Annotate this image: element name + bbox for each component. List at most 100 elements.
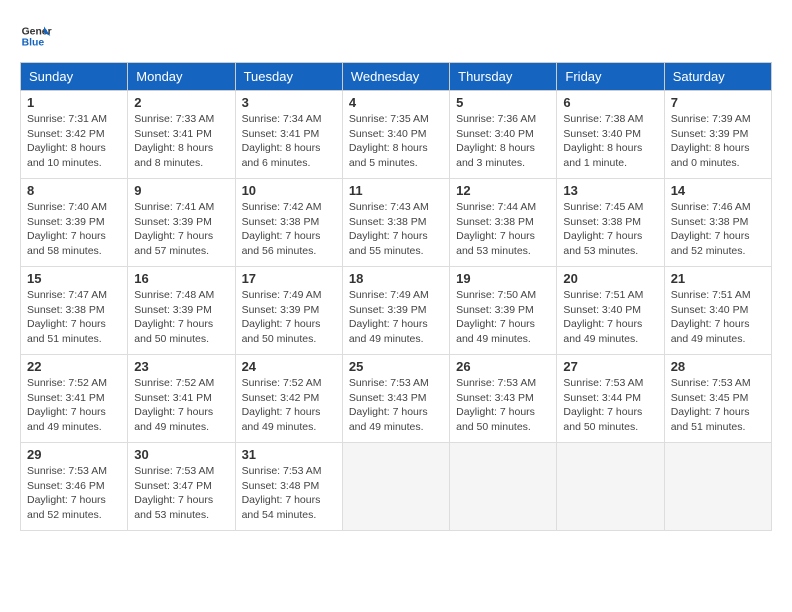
- weekday-header-saturday: Saturday: [664, 63, 771, 91]
- logo-icon: General Blue: [20, 20, 52, 52]
- day-info: Sunrise: 7:41 AMSunset: 3:39 PMDaylight:…: [134, 200, 228, 259]
- day-number: 22: [27, 359, 121, 374]
- day-info: Sunrise: 7:33 AMSunset: 3:41 PMDaylight:…: [134, 112, 228, 171]
- day-number: 10: [242, 183, 336, 198]
- calendar-cell: 11 Sunrise: 7:43 AMSunset: 3:38 PMDayligh…: [342, 179, 449, 267]
- day-number: 27: [563, 359, 657, 374]
- day-info: Sunrise: 7:43 AMSunset: 3:38 PMDaylight:…: [349, 200, 443, 259]
- day-info: Sunrise: 7:53 AMSunset: 3:44 PMDaylight:…: [563, 376, 657, 435]
- day-info: Sunrise: 7:31 AMSunset: 3:42 PMDaylight:…: [27, 112, 121, 171]
- day-info: Sunrise: 7:53 AMSunset: 3:48 PMDaylight:…: [242, 464, 336, 523]
- day-number: 23: [134, 359, 228, 374]
- day-info: Sunrise: 7:52 AMSunset: 3:41 PMDaylight:…: [27, 376, 121, 435]
- day-number: 16: [134, 271, 228, 286]
- day-info: Sunrise: 7:34 AMSunset: 3:41 PMDaylight:…: [242, 112, 336, 171]
- day-number: 30: [134, 447, 228, 462]
- day-number: 3: [242, 95, 336, 110]
- calendar-cell: 10Sunrise: 7:42 AMSunset: 3:38 PMDayligh…: [235, 179, 342, 267]
- day-info: Sunrise: 7:35 AMSunset: 3:40 PMDaylight:…: [349, 112, 443, 171]
- day-number: 20: [563, 271, 657, 286]
- day-info: Sunrise: 7:36 AMSunset: 3:40 PMDaylight:…: [456, 112, 550, 171]
- day-info: Sunrise: 7:38 AMSunset: 3:40 PMDaylight:…: [563, 112, 657, 171]
- day-info: Sunrise: 7:44 AMSunset: 3:38 PMDaylight:…: [456, 200, 550, 259]
- day-info: Sunrise: 7:45 AMSunset: 3:38 PMDaylight:…: [563, 200, 657, 259]
- day-number: 14: [671, 183, 765, 198]
- calendar-cell: 7Sunrise: 7:39 AMSunset: 3:39 PMDaylight…: [664, 91, 771, 179]
- calendar-table: SundayMondayTuesdayWednesdayThursdayFrid…: [20, 62, 772, 531]
- calendar-cell: 20 Sunrise: 7:51 AMSunset: 3:40 PMDayligh…: [557, 267, 664, 355]
- calendar-cell: 9 Sunrise: 7:41 AMSunset: 3:39 PMDaylight…: [128, 179, 235, 267]
- calendar-cell: 19 Sunrise: 7:50 AMSunset: 3:39 PMDayligh…: [450, 267, 557, 355]
- calendar-cell: 13 Sunrise: 7:45 AMSunset: 3:38 PMDayligh…: [557, 179, 664, 267]
- calendar-cell: 23 Sunrise: 7:52 AMSunset: 3:41 PMDayligh…: [128, 355, 235, 443]
- calendar-cell: 15 Sunrise: 7:47 AMSunset: 3:38 PMDayligh…: [21, 267, 128, 355]
- day-info: Sunrise: 7:46 AMSunset: 3:38 PMDaylight:…: [671, 200, 765, 259]
- calendar-cell: [664, 443, 771, 531]
- day-number: 29: [27, 447, 121, 462]
- day-number: 11: [349, 183, 443, 198]
- day-number: 15: [27, 271, 121, 286]
- calendar-cell: 18 Sunrise: 7:49 AMSunset: 3:39 PMDayligh…: [342, 267, 449, 355]
- calendar-cell: 5 Sunrise: 7:36 AMSunset: 3:40 PMDaylight…: [450, 91, 557, 179]
- day-number: 5: [456, 95, 550, 110]
- calendar-cell: 14 Sunrise: 7:46 AMSunset: 3:38 PMDayligh…: [664, 179, 771, 267]
- day-number: 2: [134, 95, 228, 110]
- day-number: 4: [349, 95, 443, 110]
- calendar-cell: 25Sunrise: 7:53 AMSunset: 3:43 PMDayligh…: [342, 355, 449, 443]
- day-info: Sunrise: 7:47 AMSunset: 3:38 PMDaylight:…: [27, 288, 121, 347]
- day-info: Sunrise: 7:53 AMSunset: 3:43 PMDaylight:…: [456, 376, 550, 435]
- day-number: 31: [242, 447, 336, 462]
- page-header: General Blue: [20, 20, 772, 52]
- svg-text:Blue: Blue: [22, 38, 45, 49]
- weekday-header-thursday: Thursday: [450, 63, 557, 91]
- day-info: Sunrise: 7:53 AMSunset: 3:45 PMDaylight:…: [671, 376, 765, 435]
- day-info: Sunrise: 7:49 AMSunset: 3:39 PMDaylight:…: [242, 288, 336, 347]
- calendar-cell: 2 Sunrise: 7:33 AMSunset: 3:41 PMDaylight…: [128, 91, 235, 179]
- weekday-header-tuesday: Tuesday: [235, 63, 342, 91]
- day-info: Sunrise: 7:48 AMSunset: 3:39 PMDaylight:…: [134, 288, 228, 347]
- day-number: 26: [456, 359, 550, 374]
- day-number: 13: [563, 183, 657, 198]
- day-number: 18: [349, 271, 443, 286]
- weekday-header-monday: Monday: [128, 63, 235, 91]
- calendar-cell: 27 Sunrise: 7:53 AMSunset: 3:44 PMDayligh…: [557, 355, 664, 443]
- day-number: 19: [456, 271, 550, 286]
- day-info: Sunrise: 7:53 AMSunset: 3:47 PMDaylight:…: [134, 464, 228, 523]
- day-number: 9: [134, 183, 228, 198]
- day-info: Sunrise: 7:51 AMSunset: 3:40 PMDaylight:…: [671, 288, 765, 347]
- calendar-cell: 1 Sunrise: 7:31 AMSunset: 3:42 PMDaylight…: [21, 91, 128, 179]
- logo: General Blue: [20, 20, 52, 52]
- calendar-cell: 30 Sunrise: 7:53 AMSunset: 3:47 PMDayligh…: [128, 443, 235, 531]
- day-info: Sunrise: 7:50 AMSunset: 3:39 PMDaylight:…: [456, 288, 550, 347]
- day-number: 28: [671, 359, 765, 374]
- day-info: Sunrise: 7:52 AMSunset: 3:41 PMDaylight:…: [134, 376, 228, 435]
- calendar-cell: 4 Sunrise: 7:35 AMSunset: 3:40 PMDaylight…: [342, 91, 449, 179]
- week-row-5: 29Sunrise: 7:53 AMSunset: 3:46 PMDayligh…: [21, 443, 772, 531]
- day-number: 6: [563, 95, 657, 110]
- day-number: 24: [242, 359, 336, 374]
- day-number: 7: [671, 95, 765, 110]
- day-number: 1: [27, 95, 121, 110]
- calendar-cell: 31 Sunrise: 7:53 AMSunset: 3:48 PMDayligh…: [235, 443, 342, 531]
- week-row-3: 15 Sunrise: 7:47 AMSunset: 3:38 PMDayligh…: [21, 267, 772, 355]
- week-row-1: 1 Sunrise: 7:31 AMSunset: 3:42 PMDaylight…: [21, 91, 772, 179]
- day-info: Sunrise: 7:40 AMSunset: 3:39 PMDaylight:…: [27, 200, 121, 259]
- calendar-cell: 26 Sunrise: 7:53 AMSunset: 3:43 PMDayligh…: [450, 355, 557, 443]
- calendar-cell: 8 Sunrise: 7:40 AMSunset: 3:39 PMDaylight…: [21, 179, 128, 267]
- day-info: Sunrise: 7:49 AMSunset: 3:39 PMDaylight:…: [349, 288, 443, 347]
- calendar-cell: 21Sunrise: 7:51 AMSunset: 3:40 PMDayligh…: [664, 267, 771, 355]
- calendar-cell: 29Sunrise: 7:53 AMSunset: 3:46 PMDayligh…: [21, 443, 128, 531]
- day-number: 12: [456, 183, 550, 198]
- calendar-cell: 22 Sunrise: 7:52 AMSunset: 3:41 PMDayligh…: [21, 355, 128, 443]
- calendar-cell: 16 Sunrise: 7:48 AMSunset: 3:39 PMDayligh…: [128, 267, 235, 355]
- calendar-cell: [450, 443, 557, 531]
- calendar-cell: 3 Sunrise: 7:34 AMSunset: 3:41 PMDaylight…: [235, 91, 342, 179]
- calendar-cell: [342, 443, 449, 531]
- day-info: Sunrise: 7:51 AMSunset: 3:40 PMDaylight:…: [563, 288, 657, 347]
- day-number: 17: [242, 271, 336, 286]
- day-info: Sunrise: 7:53 AMSunset: 3:43 PMDaylight:…: [349, 376, 443, 435]
- day-number: 8: [27, 183, 121, 198]
- week-row-2: 8 Sunrise: 7:40 AMSunset: 3:39 PMDaylight…: [21, 179, 772, 267]
- calendar-cell: 17 Sunrise: 7:49 AMSunset: 3:39 PMDayligh…: [235, 267, 342, 355]
- week-row-4: 22 Sunrise: 7:52 AMSunset: 3:41 PMDayligh…: [21, 355, 772, 443]
